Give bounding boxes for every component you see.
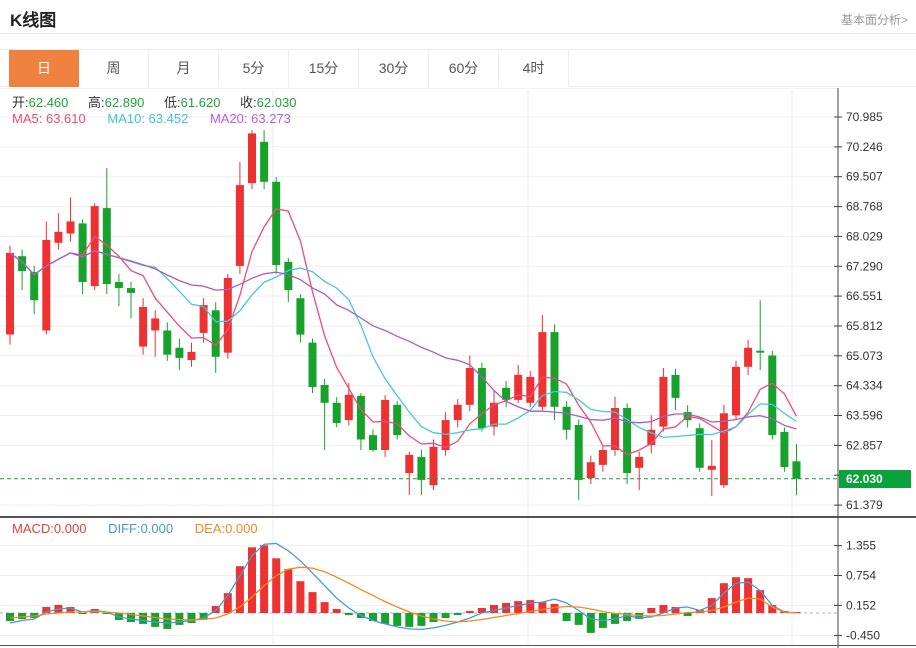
macd-value: 0.000 [53, 521, 87, 536]
svg-text:70.246: 70.246 [846, 140, 883, 154]
svg-text:68.029: 68.029 [846, 229, 883, 243]
svg-text:68.768: 68.768 [846, 200, 883, 214]
dea-value-readout: DEA:0.000 [195, 521, 258, 536]
svg-text:62.857: 62.857 [846, 438, 883, 452]
svg-text:1.355: 1.355 [846, 539, 876, 553]
tab-month[interactable]: 月 [149, 50, 219, 87]
svg-text:0.152: 0.152 [846, 598, 876, 612]
header-divider [0, 33, 916, 34]
tab-day[interactable]: 日 [9, 50, 79, 87]
close-label: 收: [240, 95, 257, 110]
high-value: 62.890 [104, 95, 145, 110]
tab-4hour[interactable]: 4时 [499, 50, 569, 87]
diff-label: DIFF: [108, 521, 141, 536]
diff-value: 0.000 [140, 521, 174, 536]
open-value: 62.460 [28, 95, 69, 110]
macd-chart[interactable]: 1.355 0.754 0.152 -0.450 [0, 517, 916, 648]
svg-text:61.379: 61.379 [846, 498, 883, 512]
macd-label: MACD: [12, 521, 54, 536]
svg-text:65.812: 65.812 [846, 319, 883, 333]
current-price-badge: 62.030 [839, 470, 911, 488]
macd-value-readout: MACD:0.000 [12, 521, 86, 536]
page-title: K线图 [10, 11, 57, 30]
main-chart-area[interactable]: 70.985 70.246 69.507 68.768 68.029 67.290 66.5… [0, 88, 916, 517]
svg-text:70.985: 70.985 [846, 110, 883, 124]
svg-text:-0.450: -0.450 [846, 628, 880, 642]
svg-text:0.754: 0.754 [846, 569, 876, 583]
ma10-label: MA10: [107, 111, 149, 126]
ma10-value: 63.452 [148, 111, 189, 126]
tab-5min[interactable]: 5分 [219, 50, 289, 87]
svg-text:66.551: 66.551 [846, 289, 883, 303]
ma5-value: 63.610 [45, 111, 86, 126]
high-label: 高: [88, 95, 105, 110]
open-label: 开: [12, 95, 29, 110]
ma20-readout: MA20: 63.273 [210, 111, 291, 126]
ma5-label: MA5: [12, 111, 46, 126]
svg-text:67.290: 67.290 [846, 259, 883, 273]
macd-chart-area[interactable]: 1.355 0.754 0.152 -0.450 [0, 517, 916, 648]
tab-60min[interactable]: 60分 [429, 50, 499, 87]
candlestick-chart[interactable]: 70.985 70.246 69.507 68.768 68.029 67.290 66.5… [0, 88, 916, 517]
period-tabbar: 日 周 月 5分 15分 30分 60分 4时 [0, 49, 916, 87]
tab-30min[interactable]: 30分 [359, 50, 429, 87]
low-label: 低: [164, 95, 181, 110]
diff-value-readout: DIFF:0.000 [108, 521, 173, 536]
ma20-label: MA20: [209, 111, 252, 126]
fundamental-analysis-link[interactable]: 基本面分析> [841, 11, 908, 28]
tab-week[interactable]: 周 [79, 50, 149, 87]
tab-15min[interactable]: 15分 [289, 50, 359, 87]
svg-text:69.507: 69.507 [846, 170, 883, 184]
period-tabs: 日 周 月 5分 15分 30分 60分 4时 [9, 50, 569, 87]
svg-text:64.334: 64.334 [846, 379, 883, 393]
kline-page: K线图 基本面分析> 日 周 月 5分 15分 30分 60分 4时 70.98… [0, 0, 916, 648]
dea-value: 0.000 [225, 521, 258, 536]
low-value: 61.620 [180, 95, 221, 110]
ma20-value: 63.273 [251, 111, 291, 126]
ma5-readout: MA5: 63.610 [12, 111, 86, 126]
dea-label: DEA: [194, 521, 226, 536]
svg-text:63.596: 63.596 [846, 409, 883, 423]
ohlc-readout: 开:62.460 高:62.890 低:61.620 收:62.030 [12, 92, 312, 111]
close-value: 62.030 [256, 95, 297, 110]
ma10-readout: MA10: 63.452 [107, 111, 188, 126]
svg-text:65.073: 65.073 [846, 349, 883, 363]
macd-readout: MACD:0.000 DIFF:0.000 DEA:0.000 [12, 521, 258, 536]
ma-readout: MA5: 63.610 MA10: 63.452 MA20: 63.273 [12, 111, 291, 126]
